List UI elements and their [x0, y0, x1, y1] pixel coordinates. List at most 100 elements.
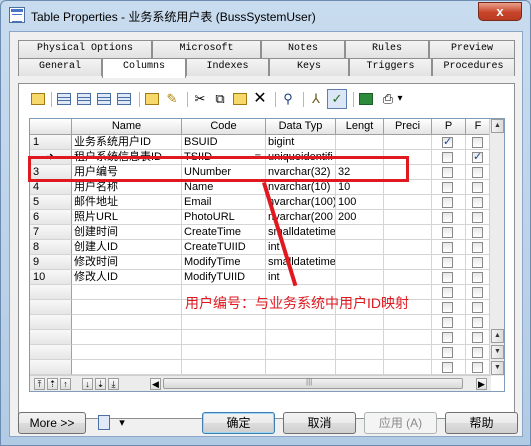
filter-icon[interactable]: ⅄	[307, 90, 325, 108]
table-options-icon[interactable]	[96, 414, 114, 432]
primary-checkbox[interactable]	[442, 302, 453, 313]
foreign-checkbox[interactable]	[472, 347, 483, 358]
precision-cell[interactable]	[384, 225, 432, 240]
scroll-left-button[interactable]: ◀	[150, 378, 161, 390]
foreign-checkbox[interactable]	[472, 227, 483, 238]
copy-icon[interactable]: ⧉	[211, 90, 229, 108]
more-button[interactable]: More >>	[18, 412, 86, 434]
move-top-button[interactable]: ⤒	[34, 378, 45, 390]
tab-physical-options[interactable]: Physical Options	[18, 40, 152, 58]
edit-icon[interactable]: ✎	[163, 90, 181, 108]
primary-column-header[interactable]: P	[432, 119, 466, 135]
precision-column-header[interactable]: Preci	[384, 119, 432, 135]
name-cell[interactable]: 修改人ID	[72, 270, 182, 285]
foreign-checkbox[interactable]	[472, 332, 483, 343]
primary-checkbox[interactable]	[442, 227, 453, 238]
cancel-button[interactable]: 取消	[283, 412, 356, 434]
code-cell[interactable]: ModifyTUIID	[182, 270, 266, 285]
name-cell[interactable]: 修改时间	[72, 255, 182, 270]
table-row[interactable]	[30, 345, 504, 360]
tab-general[interactable]: General	[18, 58, 102, 76]
scroll-page-down-button[interactable]: ▼	[491, 345, 504, 359]
length-cell[interactable]	[336, 240, 384, 255]
scroll-down-button[interactable]: ▼	[491, 361, 504, 375]
code-cell[interactable]: Name	[182, 180, 266, 195]
delete-icon[interactable]: ✕	[251, 90, 269, 108]
length-cell[interactable]	[336, 255, 384, 270]
data-type-cell[interactable]: nvarchar(100)	[266, 195, 336, 210]
primary-checkbox[interactable]	[442, 257, 453, 268]
move-down-button[interactable]: ↓	[82, 378, 93, 390]
precision-cell[interactable]	[384, 270, 432, 285]
name-cell[interactable]	[72, 300, 182, 315]
foreign-checkbox[interactable]	[472, 197, 483, 208]
length-cell[interactable]	[336, 270, 384, 285]
move-page-down-button[interactable]: ⇣	[95, 378, 106, 390]
table-row[interactable]	[30, 315, 504, 330]
scroll-right-button[interactable]: ▶	[476, 378, 487, 390]
tab-indexes[interactable]: Indexes	[186, 58, 269, 76]
tab-columns[interactable]: Columns	[102, 58, 186, 78]
primary-checkbox[interactable]	[442, 152, 453, 163]
code-cell[interactable]	[182, 330, 266, 345]
ok-button[interactable]: 确定	[202, 412, 275, 434]
code-column-header[interactable]: Code	[182, 119, 266, 135]
tab-keys[interactable]: Keys	[269, 58, 349, 76]
name-cell[interactable]	[72, 345, 182, 360]
length-cell[interactable]	[336, 330, 384, 345]
foreign-checkbox[interactable]	[472, 302, 483, 313]
code-cell[interactable]: Email	[182, 195, 266, 210]
paste-icon[interactable]	[231, 90, 249, 108]
apply-button[interactable]: 应用 (A)	[364, 412, 437, 434]
data-type-cell[interactable]	[266, 315, 336, 330]
find-icon[interactable]: ⚲	[279, 90, 297, 108]
precision-cell[interactable]	[384, 240, 432, 255]
name-cell[interactable]	[72, 285, 182, 300]
code-cell[interactable]	[182, 345, 266, 360]
foreign-checkbox[interactable]	[472, 167, 483, 178]
name-cell[interactable]: 照片URL	[72, 210, 182, 225]
data-type-cell[interactable]: int	[266, 240, 336, 255]
excel-icon[interactable]	[357, 90, 375, 108]
tab-microsoft[interactable]: Microsoft	[152, 40, 261, 58]
foreign-checkbox[interactable]	[472, 257, 483, 268]
data-type-cell[interactable]: smalldatetime	[266, 255, 336, 270]
precision-cell[interactable]	[384, 210, 432, 225]
primary-checkbox[interactable]	[442, 317, 453, 328]
data-type-cell[interactable]: nvarchar(10)	[266, 180, 336, 195]
code-cell[interactable]: CreateTUIID	[182, 240, 266, 255]
primary-checkbox[interactable]	[442, 332, 453, 343]
move-bottom-button[interactable]: ⤓	[108, 378, 119, 390]
primary-checkbox[interactable]	[442, 167, 453, 178]
vertical-scrollbar[interactable]: ▲ ▲ ▼ ▼	[489, 119, 504, 376]
length-cell[interactable]: 100	[336, 195, 384, 210]
name-cell[interactable]: 用户名称	[72, 180, 182, 195]
table-row[interactable]: 9 修改时间 ModifyTime smalldatetime	[30, 255, 504, 270]
code-cell[interactable]	[182, 360, 266, 375]
length-column-header[interactable]: Lengt	[336, 119, 384, 135]
length-cell[interactable]	[336, 225, 384, 240]
horizontal-scroll-thumb[interactable]	[163, 377, 463, 389]
new-icon[interactable]	[143, 90, 161, 108]
scroll-up-button[interactable]: ▲	[491, 119, 504, 133]
primary-checkbox[interactable]	[442, 347, 453, 358]
primary-checkbox[interactable]	[442, 272, 453, 283]
name-cell[interactable]: 创建人ID	[72, 240, 182, 255]
foreign-checkbox[interactable]	[472, 242, 483, 253]
move-up-button[interactable]: ↑	[60, 378, 71, 390]
foreign-checkbox[interactable]	[472, 317, 483, 328]
precision-cell[interactable]	[384, 195, 432, 210]
tab-notes[interactable]: Notes	[261, 40, 345, 58]
add-columns-icon[interactable]	[95, 90, 113, 108]
data-type-cell[interactable]: bigint	[266, 135, 336, 150]
foreign-checkbox[interactable]	[472, 272, 483, 283]
code-cell[interactable]: CreateTime	[182, 225, 266, 240]
name-cell[interactable]: 业务系统用户ID	[72, 135, 182, 150]
foreign-checkbox[interactable]	[472, 182, 483, 193]
precision-cell[interactable]	[384, 330, 432, 345]
foreign-column-header[interactable]: F	[466, 119, 491, 135]
primary-checkbox[interactable]	[442, 242, 453, 253]
cut-icon[interactable]: ✂	[191, 90, 209, 108]
length-cell[interactable]: 10	[336, 180, 384, 195]
primary-checkbox[interactable]	[442, 362, 453, 373]
